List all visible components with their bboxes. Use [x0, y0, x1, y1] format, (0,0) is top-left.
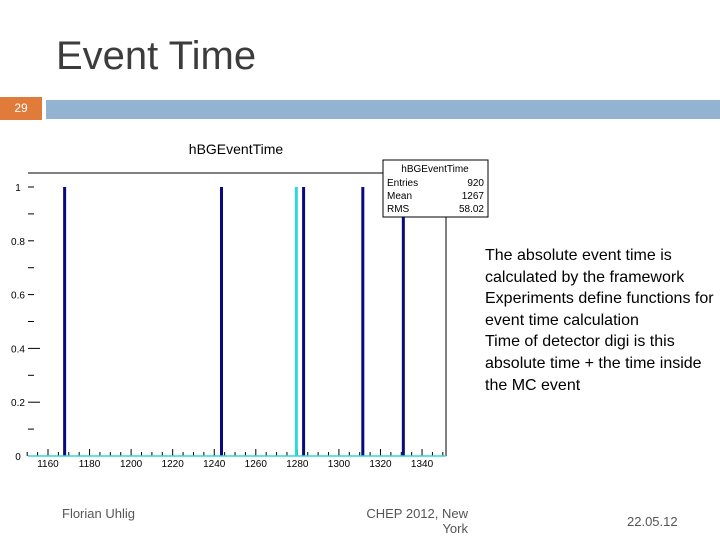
stats-label: Entries: [387, 178, 418, 189]
slide-number: 29: [0, 97, 42, 120]
y-tick-label: 0.6: [11, 291, 25, 302]
slide-body: The absolute event time is calculated by…: [485, 245, 720, 396]
histogram-bar: [302, 187, 306, 456]
stats-value: 1267: [462, 191, 485, 202]
x-tick-label: 1280: [286, 459, 309, 470]
stats-title: hBGEventTime: [401, 164, 469, 175]
x-tick-label: 1220: [162, 459, 185, 470]
x-tick-label: 1300: [328, 459, 351, 470]
x-tick-label: 1160: [37, 459, 59, 470]
histogram-bar: [220, 187, 224, 456]
x-tick-label: 1200: [120, 459, 143, 470]
histogram-bar: [401, 187, 405, 456]
y-tick-label: 1: [15, 183, 21, 194]
slide-title: Event Time: [56, 34, 257, 78]
chart-title: hBGEventTime: [189, 141, 284, 157]
histogram-bar: [294, 187, 298, 456]
x-tick-label: 1320: [369, 459, 392, 470]
body-line: The absolute event time is calculated by…: [485, 247, 685, 286]
y-tick-label: 0.4: [11, 344, 25, 355]
header-bar: [46, 100, 720, 119]
x-tick-label: 1260: [245, 459, 268, 470]
histogram-chart: hBGEventTime 0 0.2 0.4 0.6 0.8 1 1160 1180 1200 12…: [11, 141, 489, 470]
stats-value: 58.02: [459, 204, 484, 215]
x-tick-label: 1340: [411, 459, 434, 470]
footer-conference: CHEP 2012, New York: [366, 506, 468, 536]
stats-label: RMS: [387, 204, 410, 215]
stats-value: 920: [467, 178, 484, 189]
footer-date: 22.05.12: [627, 514, 678, 529]
histogram-bar: [63, 187, 67, 456]
body-line: Time of detector digi is this absolute t…: [485, 333, 702, 394]
footer-author: Florian Uhlig: [62, 506, 135, 521]
y-tick-label: 0.2: [11, 398, 25, 409]
histogram-bar: [361, 187, 365, 456]
body-line: Experiments define functions for event t…: [485, 290, 714, 329]
x-tick-label: 1240: [203, 459, 226, 470]
y-tick-label: 0: [15, 452, 21, 463]
x-tick-label: 1180: [79, 459, 101, 470]
stats-label: Mean: [387, 191, 412, 202]
y-tick-label: 0.8: [11, 237, 25, 248]
